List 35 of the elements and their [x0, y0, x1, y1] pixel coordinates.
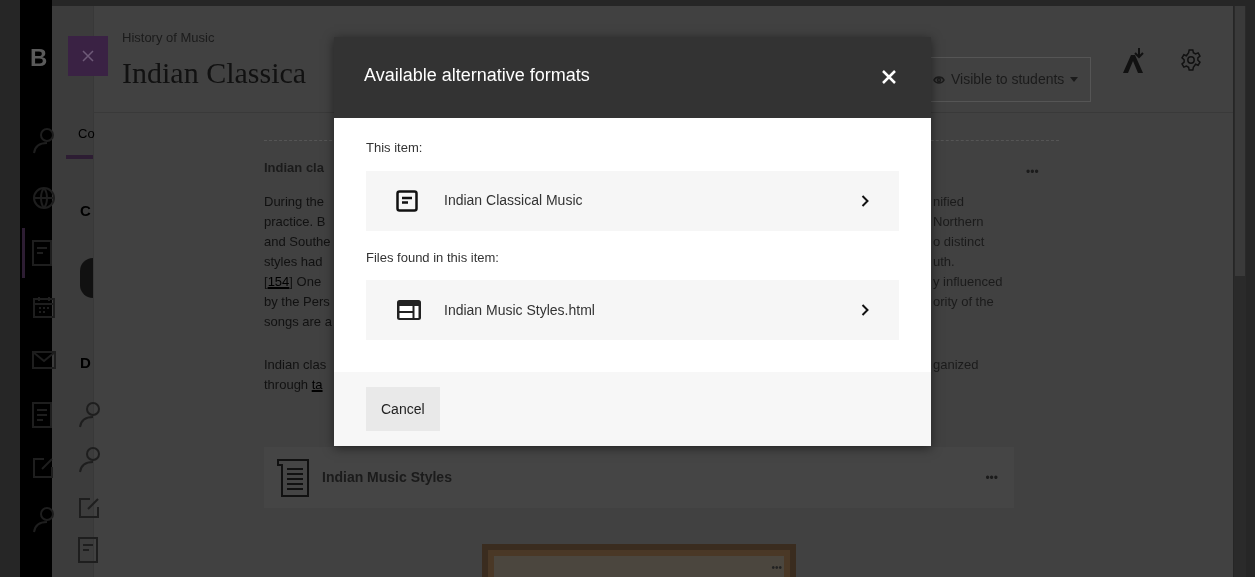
logo[interactable]: B — [30, 46, 48, 70]
document-icon — [396, 189, 418, 212]
document-icon — [276, 458, 312, 497]
caret-icon — [1070, 77, 1079, 82]
cancel-button[interactable]: Cancel — [366, 387, 440, 431]
pencil-square-icon[interactable] — [78, 495, 102, 519]
section-label: This item: — [366, 139, 424, 157]
format-option[interactable]: Indian Music Styles.html — [366, 280, 899, 340]
close-icon — [82, 50, 94, 62]
link[interactable]: ta — [311, 377, 323, 392]
chevron-right-icon — [861, 194, 869, 207]
page-icon[interactable] — [32, 240, 52, 266]
letter-with-arrow-icon[interactable] — [1121, 48, 1145, 74]
close-button[interactable] — [881, 69, 897, 85]
more-options-button[interactable]: ••• — [1026, 166, 1039, 178]
pencil-square-icon[interactable] — [32, 455, 56, 479]
scrollbar[interactable] — [1234, 6, 1246, 577]
more-options-button[interactable]: ••• — [985, 468, 998, 487]
chevron-right-icon — [861, 304, 869, 316]
envelope-icon[interactable] — [32, 350, 56, 370]
format-option[interactable]: Indian Classical Music — [366, 170, 899, 231]
globe-icon[interactable] — [32, 186, 56, 210]
calendar-icon[interactable] — [32, 295, 56, 319]
tab[interactable]: Co — [78, 124, 95, 144]
section-heading: C — [80, 201, 91, 221]
eye-icon — [933, 74, 945, 85]
more-options-button[interactable]: ••• — [771, 560, 782, 575]
dialog-title: Available alternative formats — [364, 64, 590, 87]
section-heading: D — [80, 353, 91, 373]
web-page-icon — [396, 299, 422, 321]
list-icon[interactable] — [32, 402, 52, 428]
section-label: Files found in this item: — [366, 248, 500, 267]
close-icon — [882, 70, 896, 84]
settings-icon[interactable] — [1180, 49, 1202, 71]
page-icon[interactable] — [78, 537, 98, 563]
